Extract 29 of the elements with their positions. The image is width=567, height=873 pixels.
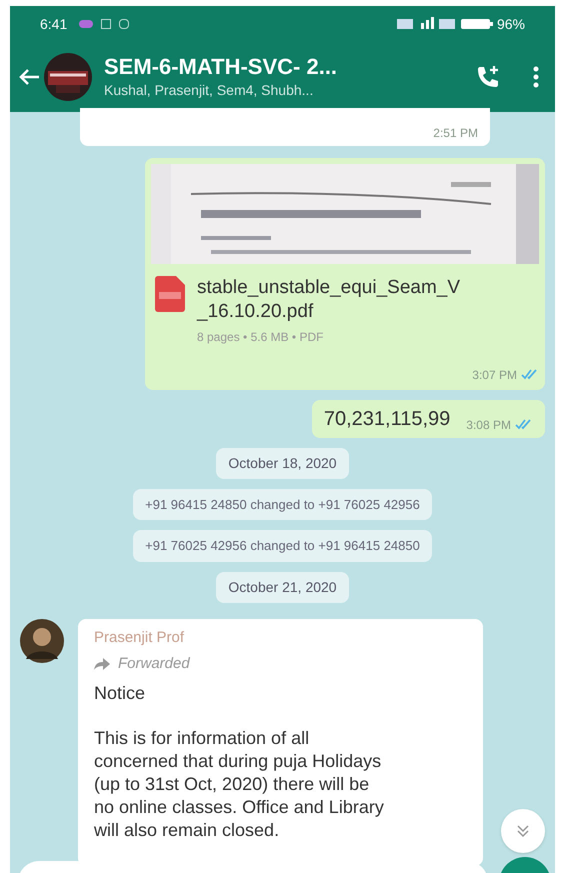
signal-icon <box>396 17 457 31</box>
message-time: 3:07 PM <box>472 366 517 384</box>
system-message: +91 96415 24850 changed to +91 76025 42956 <box>133 488 432 520</box>
double-chevron-icon <box>516 824 530 838</box>
battery-icon <box>460 18 493 30</box>
forwarded-label: Forwarded <box>118 654 190 674</box>
sender-avatar[interactable] <box>20 618 64 662</box>
message-time: 3:08 PM <box>466 416 511 434</box>
date-label: October 21, 2020 <box>216 572 349 602</box>
message-text: 70,231,115,99 <box>324 406 450 432</box>
notification-icons <box>79 19 130 29</box>
message-time: 2:51 PM <box>433 125 478 142</box>
file-name: stable_unstable_equi_Seam_V_16.10.20.pdf <box>197 276 462 324</box>
group-title[interactable]: SEM-6-MATH-SVC- 2... <box>104 52 475 80</box>
date-label: October 18, 2020 <box>216 448 349 478</box>
notice-title: Notice <box>94 682 146 704</box>
notice-text: This is for information of all concerned that during puja Holidays (up to 31st Oct, 2020) there will be no online classes. Office and Library will also remain closed. <box>94 726 385 842</box>
back-arrow-icon[interactable] <box>18 68 40 86</box>
file-info: 8 pages • 5.6 MB • PDF <box>197 328 324 346</box>
forward-icon <box>94 658 110 670</box>
pdf-file-icon <box>155 276 185 312</box>
group-avatar[interactable] <box>44 53 92 101</box>
add-call-icon[interactable] <box>475 64 501 90</box>
status-time: 6:41 <box>40 14 68 34</box>
system-message: +91 76025 42956 changed to +91 96415 24850 <box>133 530 432 562</box>
group-members: Kushal, Prasenjit, Sem4, Shubh... <box>104 81 314 100</box>
sender-name: Prasenjit Prof <box>94 628 186 648</box>
more-options-icon[interactable] <box>533 66 539 88</box>
battery-percent: 96% <box>496 14 525 34</box>
